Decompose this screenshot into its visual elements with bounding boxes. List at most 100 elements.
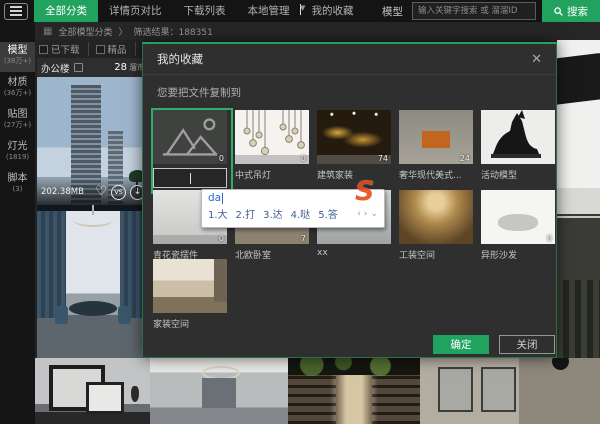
bookshelf-left [288, 375, 336, 424]
new-folder-name-input[interactable] [153, 168, 227, 188]
sidebar-item-label: 脚本 [0, 172, 35, 185]
folder-name: 中式吊灯 [235, 168, 309, 181]
breadcrumb: ▦ 全部模型分类 〉 筛选结果：188351 [35, 22, 600, 40]
tab-download-list[interactable]: 下载列表 [173, 0, 237, 22]
file-size: 202.38MB [41, 187, 91, 197]
folder-architecture-home[interactable]: 74 建筑家装 [317, 110, 391, 181]
ime-candidate-2[interactable]: 2.打 [236, 206, 256, 221]
folder-count: 24 [460, 154, 470, 163]
pendant-lamp-shape [552, 358, 569, 370]
favorite-heart-icon[interactable]: ♡ [95, 185, 107, 199]
mirror-shape [438, 367, 473, 412]
tab-my-favorites[interactable]: 我的收藏 [301, 0, 365, 22]
folder-count: 74 [378, 154, 388, 163]
ime-caret [222, 193, 223, 204]
model-card-overlay: 202.38MB ♡ VS ↓ [37, 179, 149, 205]
model-thumbnail-bathroom[interactable] [420, 358, 600, 424]
folder-new-selected[interactable]: 0 [151, 108, 233, 194]
sofa-shape [557, 53, 600, 106]
dog-statue-illustration [481, 110, 555, 164]
model-thumbnail-living-room[interactable] [150, 358, 288, 424]
orange-table-shape [422, 131, 450, 148]
search-icon [554, 7, 563, 16]
tab-all-categories[interactable]: 全部分类 [34, 0, 98, 22]
breadcrumb-separator: 〉 [118, 25, 127, 38]
breadcrumb-result-count: 筛选结果：188351 [133, 25, 212, 38]
thumbnail-bottom-bar [235, 155, 309, 164]
model-thumbnail-lattice[interactable] [557, 280, 600, 358]
folder-thumbnail: 0 [481, 190, 555, 244]
folder-name: 家装空间 [153, 317, 227, 330]
sidebar-item-models[interactable]: 模型 (38万+) [0, 42, 35, 72]
sofa-shape [498, 214, 538, 231]
ime-candidate-1[interactable]: 1.大 [208, 206, 228, 221]
rail-shape [557, 216, 600, 218]
format-badge-icon [74, 63, 83, 72]
ime-prev-icon[interactable]: ‹ [357, 209, 361, 219]
close-icon[interactable]: ✕ [531, 53, 542, 66]
model-thumbnail-wall-art[interactable] [35, 358, 150, 424]
ime-nav: ‹ › ⌄ [357, 209, 378, 219]
grid-view-icon[interactable]: ▦ [43, 26, 52, 37]
folder-curved-sofa[interactable]: 0 异形沙发 [481, 190, 555, 261]
dialog-title: 我的收藏 [157, 51, 203, 67]
folder-luxury-modern-american[interactable]: 24 奢华现代美式... [399, 110, 473, 181]
ime-next-icon[interactable]: › [364, 209, 368, 219]
folder-activity-models[interactable]: 活动模型 [481, 110, 555, 181]
ime-candidate-3[interactable]: 3.达 [263, 206, 283, 221]
folder-count: 0 [219, 154, 224, 163]
hamburger-menu-icon[interactable] [4, 3, 28, 20]
search-input[interactable] [412, 2, 536, 20]
folder-thumbnail: 0 [235, 110, 309, 164]
tab-detail-compare[interactable]: 详情页对比 [98, 0, 173, 22]
tab-local-manage[interactable]: 本地管理 [237, 0, 301, 22]
close-button[interactable]: 关闭 [499, 335, 555, 354]
folder-thumbnail [399, 190, 473, 244]
ime-expand-icon[interactable]: ⌄ [370, 209, 378, 219]
chair-shape [118, 306, 131, 324]
model-card-header: 办公楼 28 溜币 [37, 58, 149, 77]
folder-chinese-chandelier[interactable]: 0 中式吊灯 [235, 110, 309, 181]
category-dropdown[interactable]: 模型 ▼ [373, 4, 412, 19]
coin-amount: 28 [114, 62, 127, 73]
sidebar-item-count: (3) [0, 185, 35, 194]
sidebar-item-count: (38万+) [0, 57, 35, 66]
folder-home-space[interactable]: 家装空间 [153, 259, 227, 330]
search-button[interactable]: 搜索 [542, 0, 600, 22]
ime-composition-text: da [208, 192, 221, 204]
model-thumbnail-dining-room[interactable] [37, 205, 149, 358]
chevron-down-icon: ▼ [300, 4, 301, 15]
curtain-shape [214, 259, 227, 302]
confirm-button[interactable]: 确定 [433, 335, 489, 354]
ime-candidate-5[interactable]: 5.答 [318, 206, 338, 221]
price: 28 溜币 [114, 62, 145, 73]
folder-name: xx [317, 248, 391, 258]
sidebar-item-textures[interactable]: 贴图 (27万+) [0, 106, 35, 136]
folder-name: 活动模型 [481, 168, 555, 181]
folder-commercial-space[interactable]: 工装空间 [399, 190, 473, 261]
text-caret [190, 173, 191, 184]
compare-vs-icon[interactable]: VS [111, 185, 126, 200]
thumbnail-bottom-bar [153, 235, 227, 244]
sogou-ime-logo: S [355, 176, 374, 207]
mirror-shape [481, 367, 516, 412]
filter-premium[interactable]: 精品 [96, 42, 136, 56]
my-favorites-dialog: 我的收藏 ✕ 您要把文件复制到 0 [142, 42, 557, 358]
folder-name: 奢华现代美式... [399, 168, 473, 181]
sidebar-item-scripts[interactable]: 脚本 (3) [0, 170, 35, 200]
model-thumbnail-library[interactable] [288, 358, 420, 424]
ime-candidate-4[interactable]: 4.哒 [291, 206, 311, 221]
sidebar-item-lights[interactable]: 灯光 (1819) [0, 138, 35, 168]
filter-downloaded[interactable]: 已下载 [39, 42, 89, 56]
sidebar-item-label: 贴图 [0, 108, 35, 121]
model-thumbnail-rail[interactable] [557, 188, 600, 280]
folder-thumbnail [153, 259, 227, 313]
sidebar-item-materials[interactable]: 材质 (36万+) [0, 74, 35, 104]
folder-count: 0 [301, 154, 306, 163]
model-thumbnail-sofa[interactable] [557, 40, 600, 188]
sidebar-item-count: (27万+) [0, 121, 35, 130]
breadcrumb-root[interactable]: 全部模型分类 [58, 25, 112, 38]
model-thumbnail-building[interactable]: 202.38MB ♡ VS ↓ [37, 77, 149, 205]
folder-count: 0 [219, 234, 224, 243]
chandelier-shape [73, 213, 113, 227]
